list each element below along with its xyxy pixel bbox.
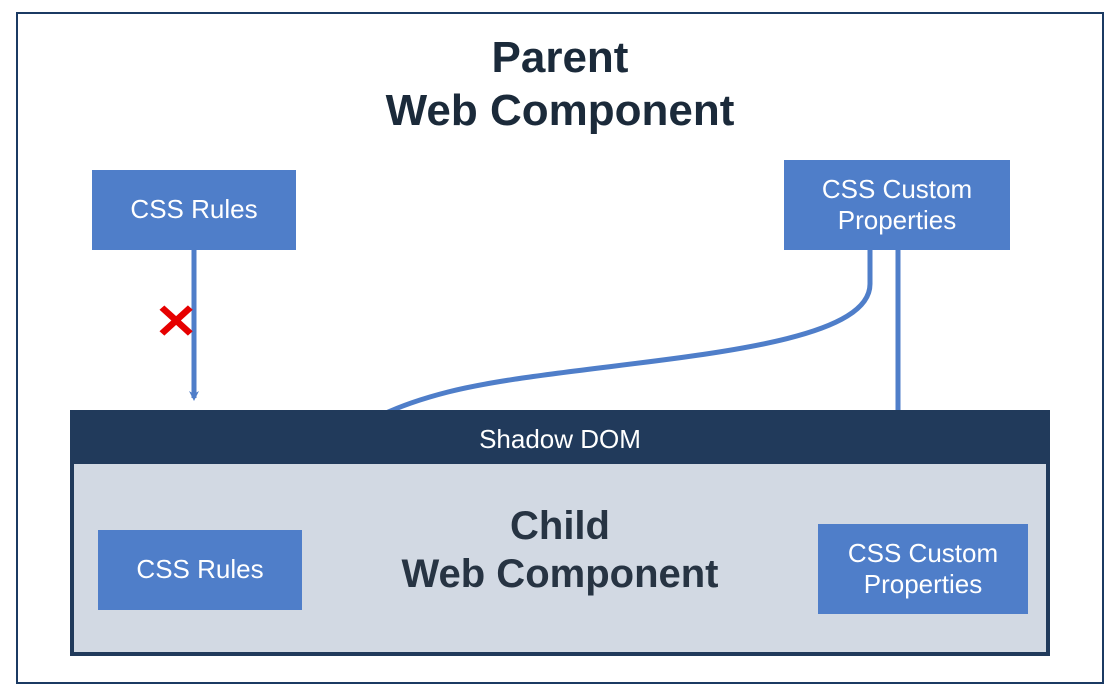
shadow-dom-container: Shadow DOM Child Web Component CSS Rules… [70,410,1050,656]
blocked-x-icon: ✕ [154,294,198,350]
child-css-custom-line1: CSS Custom [848,538,998,568]
child-css-custom-line2: Properties [864,569,983,599]
blocked-x-glyph: ✕ [154,296,198,349]
parent-css-rules-box: CSS Rules [92,170,296,250]
parent-title: Parent Web Component [18,32,1102,138]
shadow-dom-label: Shadow DOM [479,424,641,455]
parent-css-custom-line2: Properties [838,205,957,235]
child-title-line2: Web Component [401,552,718,596]
shadow-dom-header: Shadow DOM [74,414,1046,464]
child-title-line1: Child [510,504,610,548]
parent-css-custom-line1: CSS Custom [822,174,972,204]
parent-title-line2: Web Component [386,86,735,135]
parent-css-custom-props-box: CSS Custom Properties [784,160,1010,250]
child-css-custom-props-box: CSS Custom Properties [818,524,1028,614]
parent-component-frame: Parent Web Component CSS Rules CSS Custo… [16,12,1104,684]
parent-css-rules-label: CSS Rules [130,194,257,225]
parent-title-line1: Parent [492,33,629,82]
child-css-rules-label: CSS Rules [136,554,263,585]
child-css-rules-box: CSS Rules [98,530,302,610]
